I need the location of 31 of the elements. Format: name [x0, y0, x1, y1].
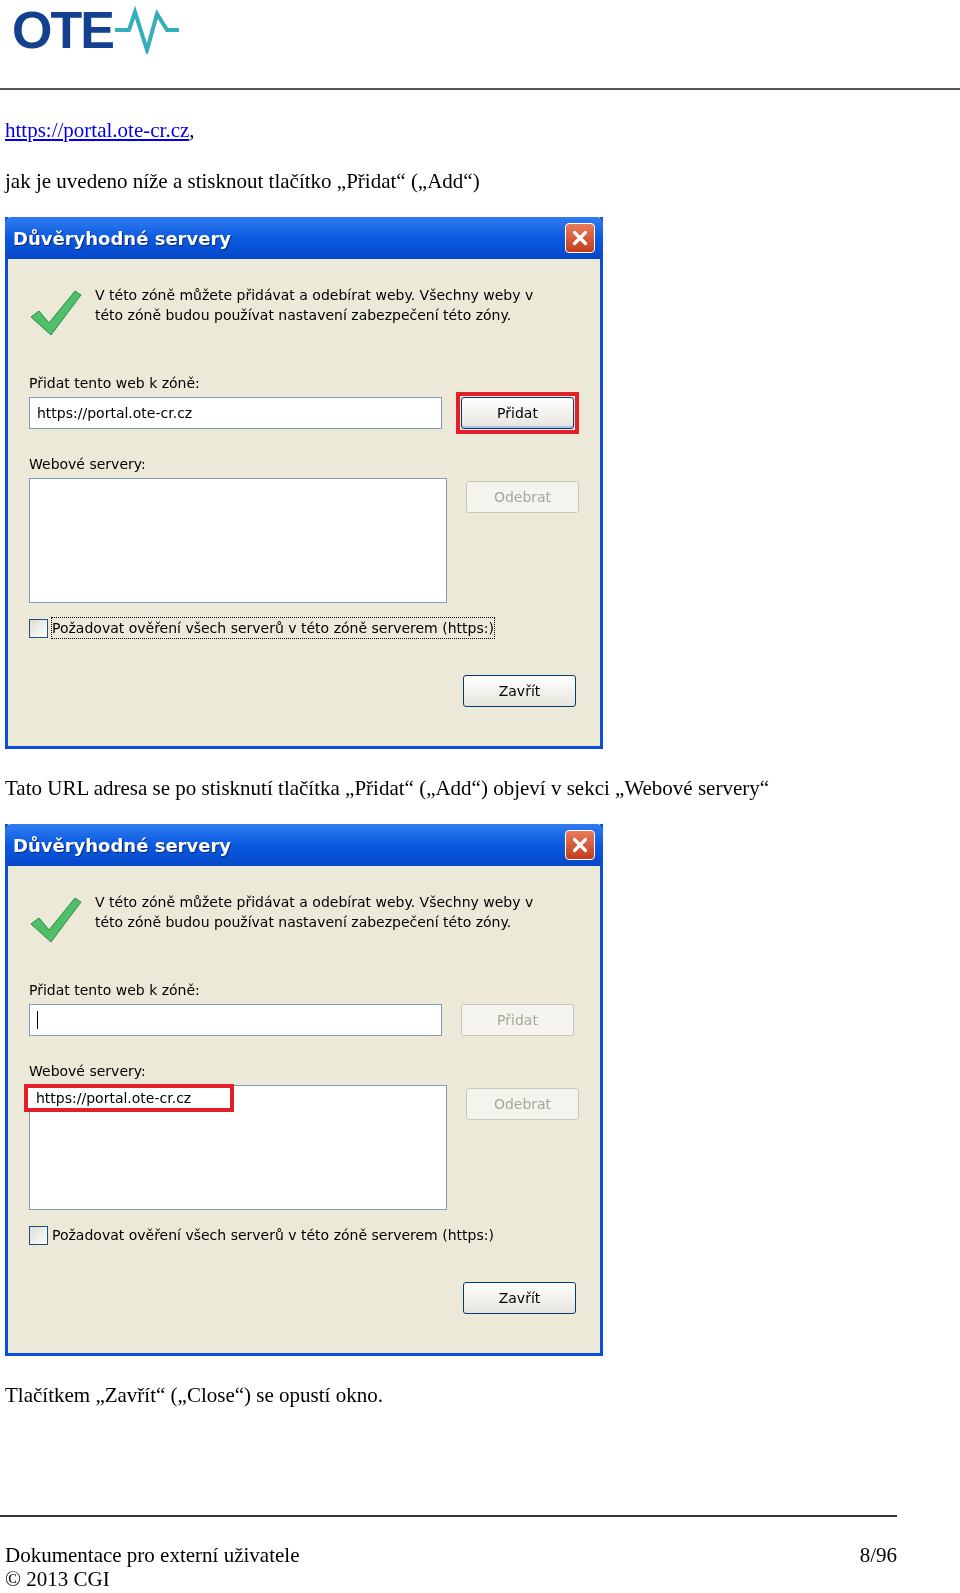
logo-text: OTE — [12, 4, 113, 56]
close-button[interactable] — [565, 223, 595, 253]
server-list[interactable] — [29, 478, 447, 603]
close-dialog-button[interactable]: Zavřít — [463, 675, 576, 707]
info-message: V této zóně můžete přidávat a odebírat weby. Všechny weby v této zóně budou používat nastavení zabezpečení této zóny. — [95, 286, 535, 325]
field-label: Webové servery: — [29, 1062, 147, 1081]
page-number: 8/96 — [859, 1543, 897, 1567]
punctuation: , — [189, 118, 195, 142]
add-button[interactable]: Přidat — [461, 397, 574, 429]
url-input-field[interactable]: https://portal.ote-cr.cz — [29, 397, 442, 429]
field-label: Přidat tento web k zóně: — [29, 374, 201, 393]
field-label: Webové servery: — [29, 455, 147, 474]
close-button[interactable] — [565, 830, 595, 860]
info-message: V této zóně můžete přidávat a odebírat weby. Všechny weby v této zóně budou používat nastavení zabezpečení této zóny. — [95, 893, 535, 932]
checkbox[interactable] — [29, 618, 48, 638]
portal-link[interactable]: https://portal.ote-cr.cz — [5, 118, 190, 142]
wave-logo-icon — [114, 4, 179, 54]
window-title: Důvěryhodné servery — [13, 833, 231, 858]
field-label: Přidat tento web k zóně: — [29, 981, 201, 1000]
paragraph-text: Tato URL adresa se po stisknutí tlačítka „Přidat“ („Add“) objeví v sekci „Webové servery“ — [5, 776, 771, 800]
server-list-item[interactable]: https://portal.ote-cr.cz — [24, 1084, 234, 1112]
checkbox-label[interactable]: Požadovat ověření všech serverů v této zóně serverem (https:) — [51, 617, 495, 639]
footer-title: Dokumentace pro externí uživatele — [5, 1543, 300, 1567]
checkbox-label[interactable]: Požadovat ověření všech serverů v této zóně serverem (https:) — [51, 1224, 495, 1246]
paragraph-text: Tlačítkem „Zavřít“ („Close“) se opustí okno. — [5, 1383, 384, 1407]
url-input-field[interactable] — [29, 1004, 442, 1036]
window-title: Důvěryhodné servery — [13, 226, 231, 251]
close-dialog-button[interactable]: Zavřít — [463, 1282, 576, 1314]
checkbox[interactable] — [29, 1225, 48, 1245]
copyright-text: © 2013 CGI — [4, 1567, 111, 1591]
paragraph-text: jak je uvedeno níže a stisknout tlačítko „Přidat“ („Add“) — [5, 169, 481, 193]
